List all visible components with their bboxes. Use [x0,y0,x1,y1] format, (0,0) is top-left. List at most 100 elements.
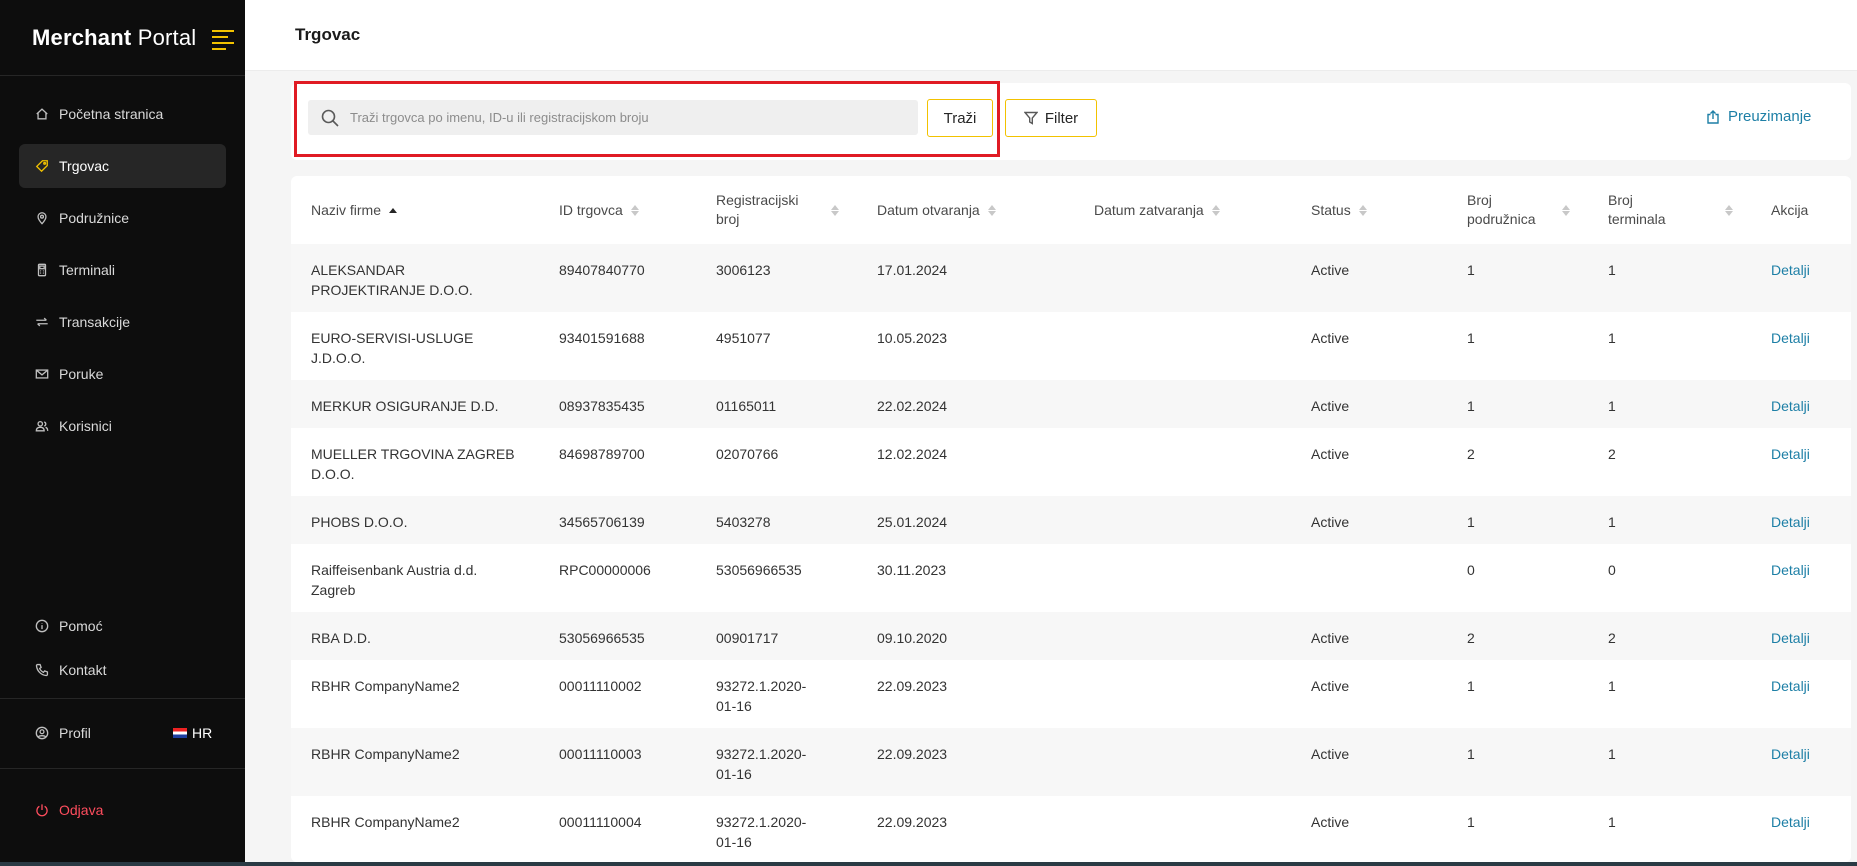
details-link[interactable]: Detalji [1751,380,1851,428]
column-header-akcija: Akcija [1771,201,1809,218]
page-header: Trgovac [245,0,1857,71]
cell-merchant-id: 08937835435 [559,398,645,414]
cell-company-name: Raiffeisenbank Austria d.d. Zagreb [311,562,478,598]
cell-terminal-count: 1 [1608,814,1616,830]
help-link[interactable]: Pomoć [0,604,245,648]
details-link[interactable]: Detalji [1751,660,1851,728]
cell-status: Active [1311,814,1350,830]
home-icon [35,107,49,121]
cell-opening-date: 17.01.2024 [877,262,948,278]
sidebar-item-poruke[interactable]: Poruke [19,352,226,396]
details-link[interactable]: Detalji [1751,796,1851,862]
table-row: Raiffeisenbank Austria d.d. Zagreb RPC000… [291,544,1851,612]
column-header-datum-otvaranja[interactable]: Datum otvaranja [857,176,1074,244]
cell-registration-number: 3006123 [716,262,771,278]
cell-closing-date [1074,612,1291,660]
details-link[interactable]: Detalji [1751,312,1851,380]
search-icon [321,109,339,127]
cell-terminal-count: 1 [1608,746,1616,762]
cell-closing-date [1074,428,1291,496]
cell-status: Active [1311,262,1350,278]
language-selector[interactable]: HR [173,725,212,741]
filter-button[interactable]: Filter [1005,99,1097,137]
column-header-naziv[interactable]: Naziv firme [291,176,539,244]
cell-company-name: EURO-SERVISI-USLUGE J.D.O.O. [311,330,474,366]
cell-branch-count: 1 [1467,398,1475,414]
table-row: MERKUR OSIGURANJE D.D. 08937835435 0116501… [291,380,1851,428]
sort-icon [1211,204,1220,216]
sort-icon [1725,204,1733,216]
cell-registration-number: 53056966535 [716,562,802,578]
cell-registration-number: 4951077 [716,330,771,346]
sidebar-item-podruznice[interactable]: Podružnice [19,196,226,240]
cell-opening-date: 22.09.2023 [877,678,948,694]
export-icon [1707,109,1719,124]
cell-terminal-count: 2 [1608,630,1616,646]
table-row: RBHR CompanyName2 00011110004 93272.1.2020… [291,796,1851,862]
search-input[interactable] [350,110,890,125]
cell-terminal-count: 1 [1608,262,1616,278]
details-link[interactable]: Detalji [1751,428,1851,496]
cell-opening-date: 12.02.2024 [877,446,948,462]
power-icon [35,803,49,817]
cell-opening-date: 09.10.2020 [877,630,948,646]
cell-status: Active [1311,746,1350,762]
search-field[interactable] [308,100,918,135]
sidebar-divider [0,768,245,769]
sort-icon [1562,204,1570,216]
filter-icon [1023,111,1038,125]
cell-terminal-count: 1 [1608,514,1616,530]
details-link[interactable]: Detalji [1751,612,1851,660]
cell-registration-number: 93272.1.2020-01-16 [716,814,807,850]
sidebar-item-label: Korisnici [59,418,112,434]
table-row: MUELLER TRGOVINA ZAGREB D.O.O. 8469878970… [291,428,1851,496]
sidebar-item-korisnici[interactable]: Korisnici [19,404,226,448]
column-header-status[interactable]: Status [1291,176,1447,244]
details-link[interactable]: Detalji [1751,544,1851,612]
sidebar-item-terminali[interactable]: Terminali [19,248,226,292]
download-button[interactable]: Preuzimanje [1706,108,1811,125]
sort-icon [831,204,839,216]
cell-closing-date [1074,660,1291,728]
profile-link[interactable]: Profil [59,725,91,741]
cell-registration-number: 01165011 [716,398,777,414]
sidebar-item-label: Podružnice [59,210,130,226]
sidebar: Merchant Portal Početna stranica Trgovac… [0,0,245,862]
column-header-registracijski-broj[interactable]: Registracijski broj [696,176,857,244]
details-link[interactable]: Detalji [1751,728,1851,796]
cell-closing-date [1074,380,1291,428]
cell-terminal-count: 1 [1608,678,1616,694]
table-row: EURO-SERVISI-USLUGE J.D.O.O. 93401591688 4… [291,312,1851,380]
sort-icon [630,204,639,216]
details-link[interactable]: Detalji [1751,244,1851,312]
cell-closing-date [1074,728,1291,796]
cell-company-name: RBHR CompanyName2 [311,746,460,762]
cell-status: Active [1311,398,1350,414]
cell-registration-number: 5403278 [716,514,771,530]
cell-closing-date [1074,244,1291,312]
column-header-broj-podruznica[interactable]: Broj podružnica [1447,176,1588,244]
cell-branch-count: 1 [1467,262,1475,278]
cell-company-name: PHOBS D.O.O. [311,514,408,530]
sidebar-item-label: Poruke [59,366,104,382]
sidebar-item-trgovac[interactable]: Trgovac [19,144,226,188]
column-header-broj-terminala[interactable]: Broj terminala [1588,176,1751,244]
column-header-datum-zatvaranja[interactable]: Datum zatvaranja [1074,176,1291,244]
contact-link[interactable]: Kontakt [0,648,245,692]
logout-button[interactable]: Odjava [0,790,245,830]
profile-row: Profil HR [0,713,245,753]
app-logo: Merchant Portal [32,24,197,50]
cell-opening-date: 10.05.2023 [877,330,948,346]
details-link[interactable]: Detalji [1751,496,1851,544]
cell-opening-date: 22.09.2023 [877,814,948,830]
sidebar-item-pocetna[interactable]: Početna stranica [19,92,226,136]
cell-branch-count: 1 [1467,814,1475,830]
column-header-id[interactable]: ID trgovca [539,176,696,244]
cell-company-name: MERKUR OSIGURANJE D.D. [311,398,499,414]
cell-registration-number: 93272.1.2020-01-16 [716,678,807,714]
support-nav: Pomoć Kontakt [0,604,245,692]
search-button[interactable]: Traži [927,99,993,137]
sidebar-divider [0,698,245,699]
sidebar-item-transakcije[interactable]: Transakcije [19,300,226,344]
menu-toggle-icon[interactable] [212,30,234,50]
